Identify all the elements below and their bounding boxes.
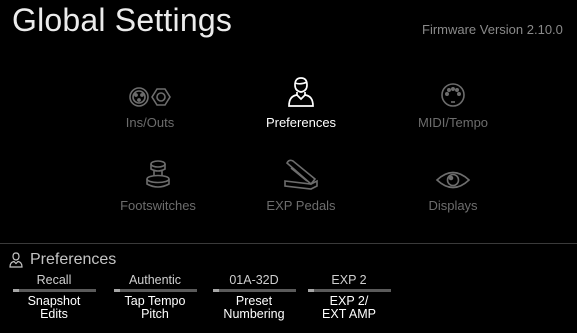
midi-port-icon xyxy=(441,83,465,107)
param-preset-numbering[interactable]: 01A-32D Preset Numbering xyxy=(209,272,299,321)
page-title: Global Settings xyxy=(12,2,233,38)
param-name: Preset Numbering xyxy=(209,295,299,321)
expression-pedal-icon xyxy=(284,159,318,190)
section-divider xyxy=(0,243,577,244)
param-name-line2: EXT AMP xyxy=(322,307,376,321)
param-slider[interactable] xyxy=(307,289,391,292)
menu-item-footswitches[interactable]: Footswitches xyxy=(88,155,228,219)
param-value: Authentic xyxy=(128,273,182,287)
xlr-connector-icon xyxy=(129,87,171,107)
section-header: Preferences xyxy=(9,251,116,269)
footswitch-icon xyxy=(146,160,170,188)
menu-item-preferences[interactable]: Preferences xyxy=(231,72,371,136)
param-slider-fill xyxy=(113,289,120,292)
menu-label-footswitches: Footswitches xyxy=(120,198,196,213)
param-name: Tap Tempo Pitch xyxy=(110,295,200,321)
person-icon xyxy=(288,77,314,107)
menu-item-displays[interactable]: Displays xyxy=(383,155,523,219)
param-value: Recall xyxy=(36,273,72,287)
param-slider[interactable] xyxy=(113,289,197,292)
param-slider[interactable] xyxy=(12,289,96,292)
eye-icon xyxy=(435,171,471,189)
param-name-line2: Numbering xyxy=(223,307,285,321)
param-snapshot-edits[interactable]: Recall Snapshot Edits xyxy=(9,272,99,321)
param-name: Snapshot Edits xyxy=(9,295,99,321)
param-slider[interactable] xyxy=(212,289,296,292)
menu-label-preferences: Preferences xyxy=(265,115,337,130)
menu-label-exp-pedals: EXP Pedals xyxy=(266,198,336,213)
menu-label-ins-outs: Ins/Outs xyxy=(125,115,175,130)
param-exp2-ext-amp[interactable]: EXP 2 EXP 2/ EXT AMP xyxy=(304,272,394,321)
param-slider-fill xyxy=(212,289,219,292)
firmware-version: Firmware Version 2.10.0 xyxy=(422,22,563,37)
menu-item-exp-pedals[interactable]: EXP Pedals xyxy=(231,155,371,219)
menu-label-displays: Displays xyxy=(428,198,478,213)
section-title: Preferences xyxy=(30,251,117,268)
param-name-line2: Edits xyxy=(40,307,68,321)
person-icon xyxy=(9,252,23,268)
param-slider-fill xyxy=(307,289,314,292)
param-name-line2: Pitch xyxy=(141,307,169,321)
menu-item-ins-outs[interactable]: Ins/Outs xyxy=(80,72,220,136)
param-name: EXP 2/ EXT AMP xyxy=(304,295,394,321)
menu-item-midi-tempo[interactable]: MIDI/Tempo xyxy=(383,72,523,136)
param-tap-tempo-pitch[interactable]: Authentic Tap Tempo Pitch xyxy=(110,272,200,321)
param-value: 01A-32D xyxy=(229,273,279,287)
param-slider-fill xyxy=(12,289,19,292)
menu-label-midi-tempo: MIDI/Tempo xyxy=(417,115,489,130)
param-value: EXP 2 xyxy=(331,273,367,287)
